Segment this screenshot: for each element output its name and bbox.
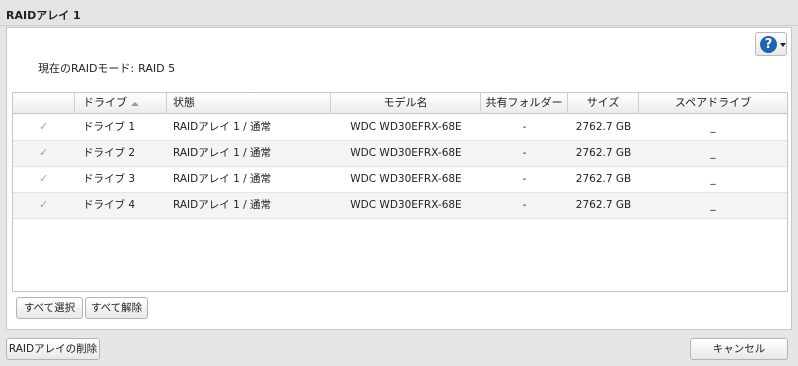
drive-name: ドライブ 4 <box>83 199 136 211</box>
drive-size: 2762.7 GB <box>575 121 632 133</box>
drive-spare: _ <box>710 147 716 159</box>
drive-size: 2762.7 GB <box>575 147 632 159</box>
header-spare-drive[interactable]: スペアドライブ <box>639 93 787 114</box>
help-dropdown-button[interactable]: ? <box>755 32 787 56</box>
drive-status: RAIDアレイ 1 / 通常 <box>173 173 271 185</box>
table-row[interactable]: ✓ ドライブ 1 RAIDアレイ 1 / 通常 WDC WD30EFRX-68E… <box>13 115 787 141</box>
window-titlebar: RAIDアレイ 1 <box>0 0 798 26</box>
row-checkbox[interactable]: ✓ <box>39 167 51 192</box>
drive-name: ドライブ 3 <box>83 173 136 185</box>
drive-shared-folder: - <box>522 147 527 159</box>
drive-status: RAIDアレイ 1 / 通常 <box>173 121 271 133</box>
deselect-all-button[interactable]: すべて解除 <box>85 297 148 319</box>
row-checkbox[interactable]: ✓ <box>39 141 51 166</box>
cancel-button[interactable]: キャンセル <box>690 338 788 360</box>
raid-mode-value: RAID 5 <box>138 62 176 75</box>
delete-raid-array-button[interactable]: RAIDアレイの削除 <box>6 338 100 360</box>
drive-table: ドライブ 状態 モデル名 共有フォルダー サイズ スペアドライブ ✓ ドライブ … <box>12 92 788 292</box>
header-checkbox-column[interactable] <box>13 93 75 114</box>
header-drive-label: ドライブ <box>83 96 127 109</box>
drive-model: WDC WD30EFRX-68E <box>350 173 462 185</box>
raid-mode-info: 現在のRAIDモード: RAID 5 <box>38 60 175 76</box>
header-model[interactable]: モデル名 <box>331 93 481 114</box>
drive-status: RAIDアレイ 1 / 通常 <box>173 199 271 211</box>
table-header: ドライブ 状態 モデル名 共有フォルダー サイズ スペアドライブ <box>13 93 787 114</box>
drive-model: WDC WD30EFRX-68E <box>350 121 462 133</box>
drive-shared-folder: - <box>522 121 527 133</box>
row-checkbox[interactable]: ✓ <box>39 115 51 140</box>
drive-status: RAIDアレイ 1 / 通常 <box>173 147 271 159</box>
select-all-button[interactable]: すべて選択 <box>16 297 83 319</box>
main-panel: ? 現在のRAIDモード: RAID 5 ドライブ 状態 モデル名 共有フォルダー… <box>6 27 792 330</box>
raid-mode-label: 現在のRAIDモード: <box>38 62 135 75</box>
drive-spare: _ <box>710 121 716 133</box>
drive-shared-folder: - <box>522 199 527 211</box>
drive-model: WDC WD30EFRX-68E <box>350 147 462 159</box>
header-drive[interactable]: ドライブ <box>75 93 167 114</box>
sort-ascending-icon <box>131 102 139 106</box>
header-status[interactable]: 状態 <box>167 93 331 114</box>
drive-shared-folder: - <box>522 173 527 185</box>
window-title: RAIDアレイ 1 <box>6 9 81 22</box>
drive-spare: _ <box>710 173 716 185</box>
table-row[interactable]: ✓ ドライブ 4 RAIDアレイ 1 / 通常 WDC WD30EFRX-68E… <box>13 193 787 219</box>
drive-model: WDC WD30EFRX-68E <box>350 199 462 211</box>
drive-name: ドライブ 1 <box>83 121 136 133</box>
drive-name: ドライブ 2 <box>83 147 136 159</box>
dialog-footer: RAIDアレイの削除 キャンセル <box>0 330 798 366</box>
row-checkbox[interactable]: ✓ <box>39 193 51 218</box>
drive-spare: _ <box>710 199 716 211</box>
header-shared-folder[interactable]: 共有フォルダー <box>481 93 568 114</box>
drive-size: 2762.7 GB <box>575 173 632 185</box>
help-icon: ? <box>760 36 777 53</box>
drive-size: 2762.7 GB <box>575 199 632 211</box>
chevron-down-icon <box>780 43 786 47</box>
table-row[interactable]: ✓ ドライブ 3 RAIDアレイ 1 / 通常 WDC WD30EFRX-68E… <box>13 167 787 193</box>
header-size[interactable]: サイズ <box>568 93 639 114</box>
table-row[interactable]: ✓ ドライブ 2 RAIDアレイ 1 / 通常 WDC WD30EFRX-68E… <box>13 141 787 167</box>
